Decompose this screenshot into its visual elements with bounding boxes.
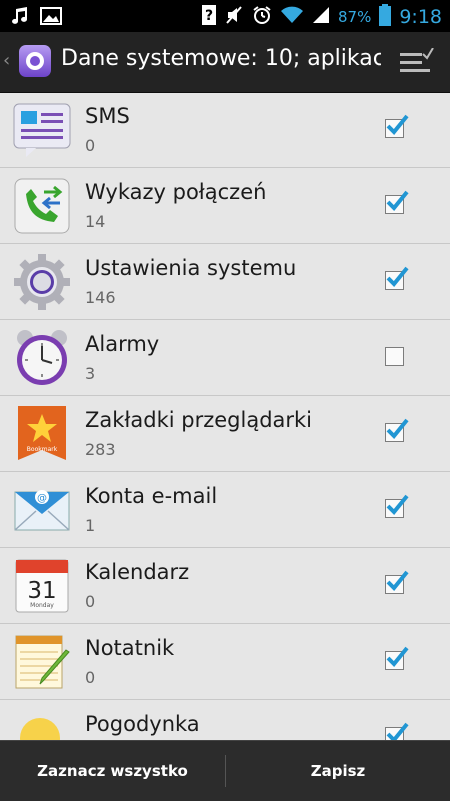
calendar-day: 31 (27, 578, 56, 604)
question-icon: ? (201, 5, 216, 29)
music-icon (10, 6, 30, 30)
signal-icon (312, 6, 330, 28)
item-count: 0 (85, 136, 96, 155)
item-name: Kalendarz (85, 560, 190, 584)
item-count: 1 (85, 516, 96, 535)
mute-icon (224, 5, 244, 29)
item-name: Wykazy połączeń (85, 180, 267, 204)
status-bar: ? 87% 9:18 (0, 0, 450, 32)
bookmark-icon: Bookmark (12, 404, 72, 464)
svg-text:@: @ (37, 493, 47, 504)
action-bar: ‹ Dane systemowe: 10; aplikacje: 0 (0, 32, 450, 93)
call-log-icon (12, 176, 72, 236)
list-item[interactable]: Alarmy 3 (0, 320, 450, 396)
item-name: Zakładki przeglądarki (85, 408, 313, 432)
item-name: Alarmy (85, 332, 160, 356)
data-list: SMS 0 Wykazy połączeń 14 Ustawienia syst… (0, 92, 450, 740)
email-icon: @ (12, 480, 72, 540)
select-list-icon[interactable] (400, 47, 434, 80)
back-chevron-icon[interactable]: ‹ (3, 50, 10, 71)
item-count: 0 (85, 668, 96, 687)
list-item[interactable]: SMS 0 (0, 92, 450, 168)
item-checkbox[interactable] (385, 722, 409, 740)
item-checkbox[interactable] (385, 347, 404, 366)
list-item[interactable]: Notatnik 0 (0, 624, 450, 700)
bottom-bar: Zaznacz wszystko Zapisz (0, 740, 450, 801)
settings-gear-icon (12, 252, 72, 312)
alarm-clock-icon (12, 328, 72, 388)
clock-time: 9:18 (399, 6, 442, 28)
svg-text:?: ? (205, 8, 213, 24)
item-count: 0 (85, 592, 96, 611)
list-item[interactable]: @ Konta e-mail 1 (0, 472, 450, 548)
select-all-button[interactable]: Zaznacz wszystko (0, 741, 225, 801)
item-checkbox[interactable] (385, 570, 409, 594)
item-count: 146 (85, 288, 116, 307)
item-checkbox[interactable] (385, 266, 409, 290)
item-checkbox[interactable] (385, 190, 409, 214)
item-count: 3 (85, 364, 96, 383)
alarm-icon (252, 5, 272, 29)
battery-icon (379, 4, 392, 30)
app-icon[interactable] (19, 45, 51, 77)
battery-percent: 87% (337, 8, 372, 26)
weather-icon (12, 708, 72, 740)
page-title: Dane systemowe: 10; aplikacje: 0 (61, 46, 381, 71)
item-name: Ustawienia systemu (85, 256, 297, 280)
item-checkbox[interactable] (385, 114, 409, 138)
item-name: Pogodynka (85, 712, 200, 736)
item-checkbox[interactable] (385, 494, 409, 518)
notepad-icon (12, 632, 72, 692)
item-name: SMS (85, 104, 130, 128)
sms-icon (12, 100, 72, 160)
calendar-icon: 31 Monday (12, 556, 72, 616)
image-icon (40, 7, 62, 29)
item-checkbox[interactable] (385, 646, 409, 670)
item-count: 14 (85, 212, 106, 231)
item-checkbox[interactable] (385, 418, 409, 442)
save-button[interactable]: Zapisz (226, 741, 450, 801)
item-count: 283 (85, 440, 116, 459)
wifi-icon (280, 6, 304, 28)
calendar-weekday: Monday (30, 602, 54, 609)
bookmark-label: Bookmark (27, 446, 58, 453)
list-item[interactable]: Pogodynka (0, 700, 450, 740)
item-name: Notatnik (85, 636, 175, 660)
list-item[interactable]: 31 Monday Kalendarz 0 (0, 548, 450, 624)
list-item[interactable]: Bookmark Zakładki przeglądarki 283 (0, 396, 450, 472)
item-name: Konta e-mail (85, 484, 218, 508)
list-item[interactable]: Wykazy połączeń 14 (0, 168, 450, 244)
list-item[interactable]: Ustawienia systemu 146 (0, 244, 450, 320)
